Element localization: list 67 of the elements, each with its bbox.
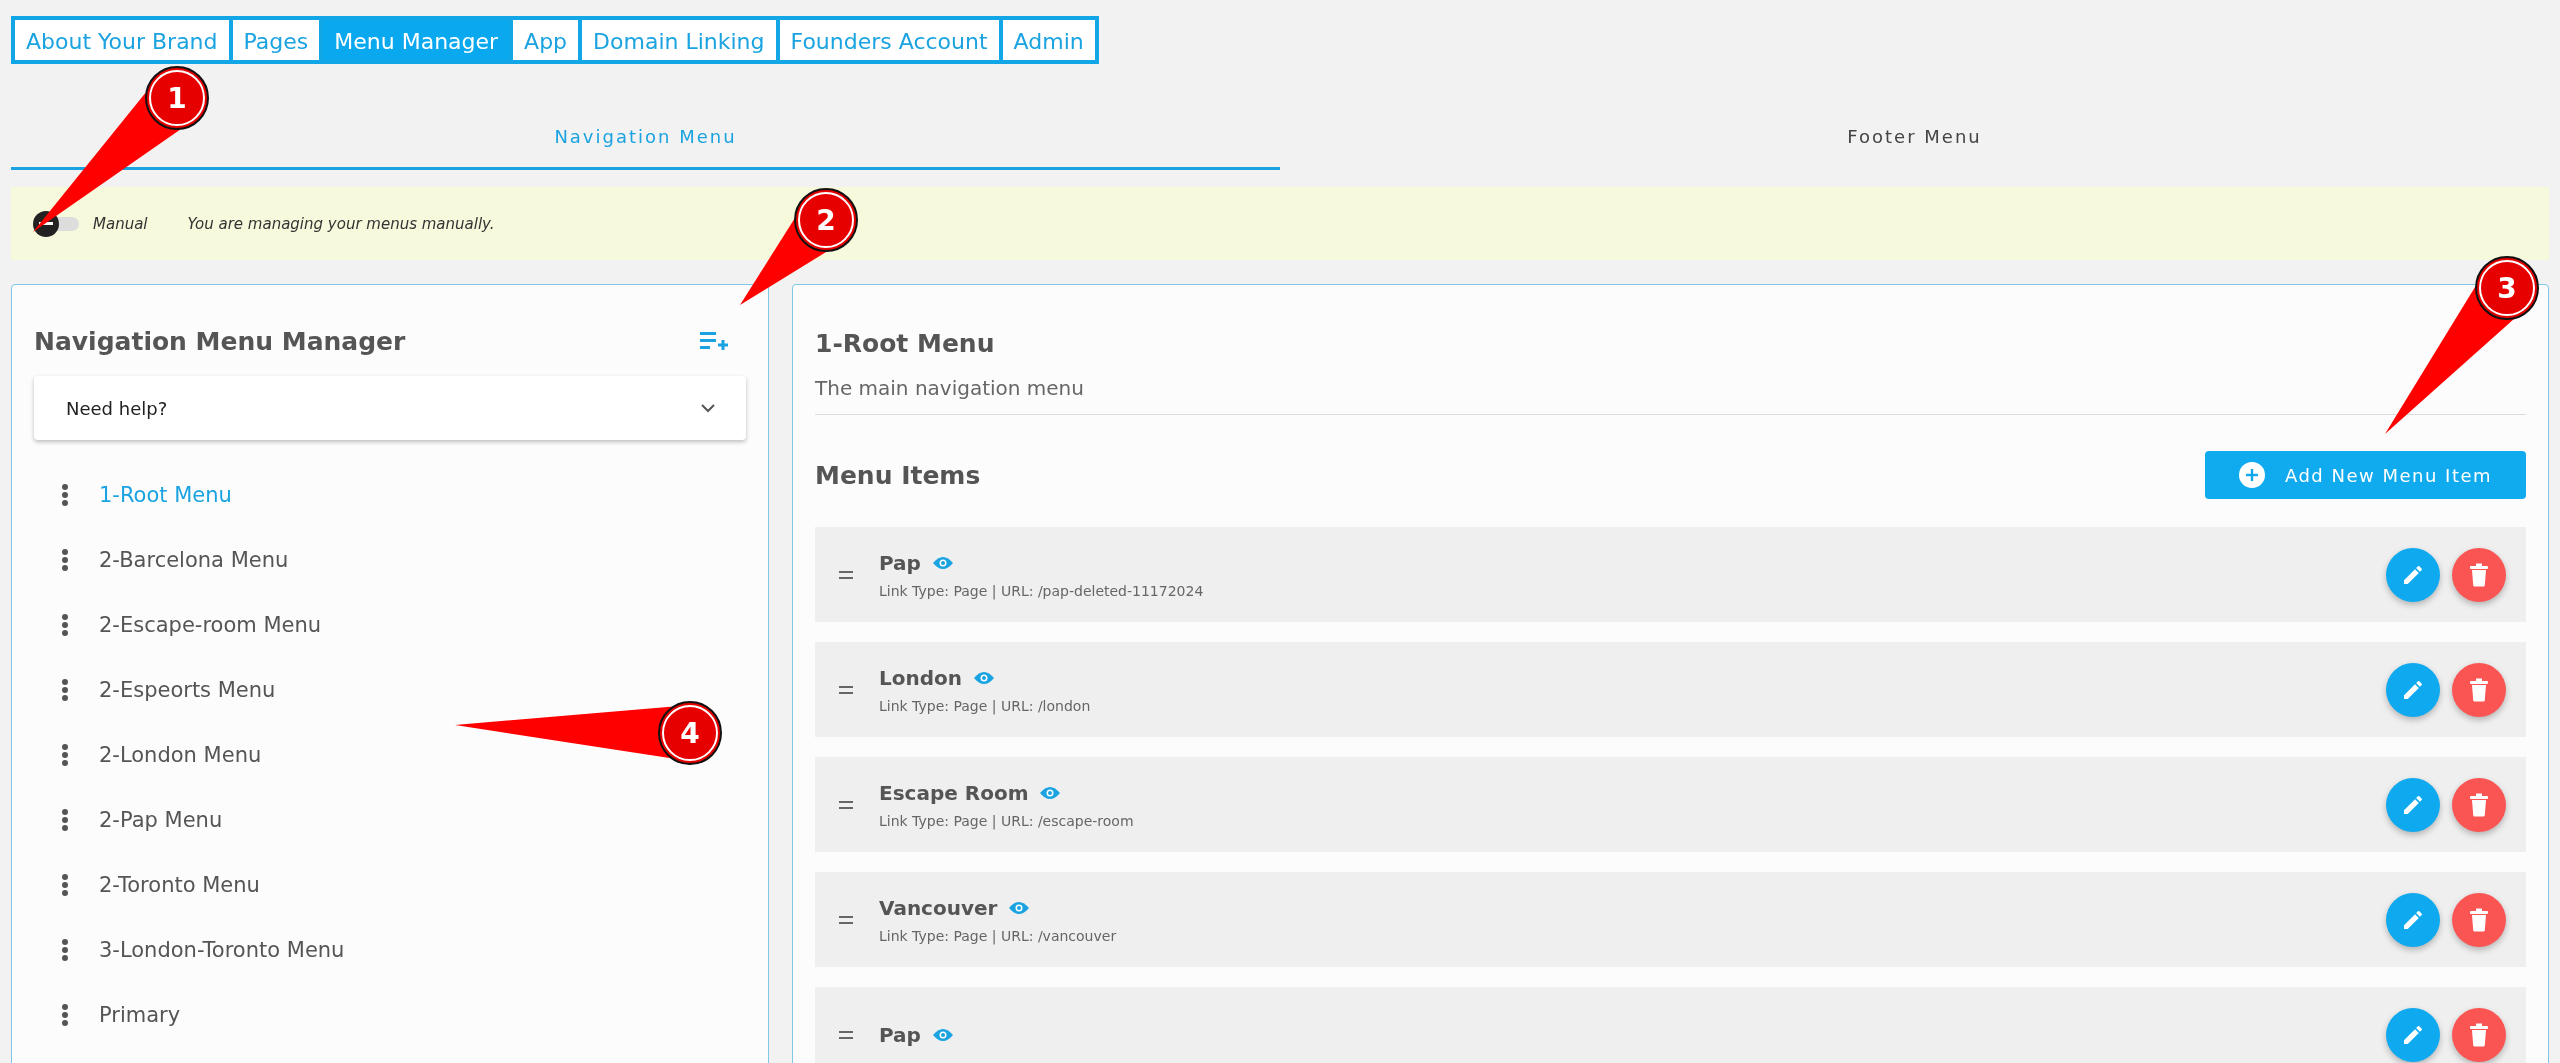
- menu-item-row[interactable]: Escape Room Link Type: Page | URL: /escape-room: [815, 757, 2526, 852]
- help-accordion[interactable]: Need help?: [34, 376, 746, 440]
- menu-item-link: Link Type: Page | URL: /escape-room: [879, 812, 1135, 829]
- edit-button[interactable]: [2386, 892, 2440, 947]
- menu-list-item[interactable]: 2-London Menu: [99, 742, 262, 767]
- drag-handle-icon[interactable]: [61, 807, 69, 832]
- eye-icon[interactable]: [1009, 900, 1030, 915]
- delete-button[interactable]: [2452, 547, 2506, 602]
- trash-icon: [2468, 907, 2490, 932]
- menu-list-item[interactable]: 2-Toronto Menu: [99, 872, 260, 897]
- trash-icon: [2468, 792, 2490, 817]
- section-heading: Menu Items: [815, 460, 981, 490]
- menu-item-title: London: [879, 665, 963, 690]
- menu-title: 1-Root Menu: [815, 329, 996, 358]
- drag-handle-icon[interactable]: [61, 677, 69, 702]
- menu-tab[interactable]: Footer Menu: [1280, 112, 2549, 170]
- menu-item-title: Pap: [879, 550, 921, 575]
- drag-handle-icon[interactable]: [61, 612, 69, 637]
- menu-description: The main navigation menu: [815, 376, 1085, 400]
- edit-button[interactable]: [2386, 547, 2440, 602]
- trash-icon: [2468, 562, 2490, 587]
- delete-button[interactable]: [2452, 662, 2506, 717]
- menu-list-item[interactable]: 2-Escape-room Menu: [99, 612, 322, 637]
- edit-button[interactable]: [2386, 662, 2440, 717]
- eye-icon[interactable]: [932, 1027, 953, 1042]
- drag-handle-icon[interactable]: [61, 937, 69, 962]
- menu-list-item[interactable]: 3-London-Toronto Menu: [99, 937, 345, 962]
- mode-label: Manual: [93, 214, 148, 233]
- chevron-down-icon: [700, 403, 716, 413]
- drag-handle-icon[interactable]: [61, 547, 69, 572]
- menu-item-title: Escape Room: [879, 780, 1029, 805]
- drag-handle-icon[interactable]: [839, 1030, 853, 1039]
- delete-button[interactable]: [2452, 777, 2506, 832]
- drag-handle-icon[interactable]: [61, 1002, 69, 1027]
- trash-icon: [2468, 677, 2490, 702]
- menu-list-item[interactable]: 2-Espeorts Menu: [99, 677, 276, 702]
- menu-item-link: Link Type: Page | URL: /vancouver: [879, 927, 1118, 944]
- edit-button[interactable]: [2386, 777, 2440, 832]
- menu-item-link: Link Type: Page | URL: /pap-deleted-11172024: [879, 582, 1205, 599]
- menu-item-title: Pap: [879, 1022, 921, 1047]
- menu-list-item[interactable]: Primary: [99, 1002, 181, 1027]
- add-list-icon[interactable]: [700, 330, 728, 353]
- drag-handle-icon[interactable]: [839, 915, 853, 924]
- menu-item-row[interactable]: Pap Link Type: Page | URL: /pap-deleted-11172024: [815, 527, 2526, 622]
- menu-list-item[interactable]: 2-Barcelona Menu: [99, 547, 289, 572]
- drag-handle-icon[interactable]: [61, 742, 69, 767]
- menu-item-row[interactable]: London Link Type: Page | URL: /london: [815, 642, 2526, 737]
- eye-icon[interactable]: [932, 555, 953, 570]
- eye-icon[interactable]: [1040, 785, 1061, 800]
- panel-title: Navigation Menu Manager: [34, 327, 406, 356]
- mode-message: You are managing your menus manually.: [187, 214, 495, 233]
- drag-handle-icon[interactable]: [839, 800, 853, 809]
- delete-button[interactable]: [2452, 892, 2506, 947]
- plus-circle-icon: [2238, 462, 2265, 488]
- menu-item-row[interactable]: Vancouver Link Type: Page | URL: /vancouver: [815, 872, 2526, 967]
- trash-icon: [2468, 1022, 2490, 1047]
- drag-handle-icon[interactable]: [839, 570, 853, 579]
- delete-button[interactable]: [2452, 1007, 2506, 1062]
- edit-button[interactable]: [2386, 1007, 2440, 1062]
- menu-list-item[interactable]: 2-Pap Menu: [99, 807, 223, 832]
- menu-item-row[interactable]: Pap: [815, 987, 2526, 1063]
- menu-item-title: Vancouver: [879, 895, 998, 920]
- drag-handle-icon[interactable]: [61, 872, 69, 897]
- eye-icon[interactable]: [974, 670, 995, 685]
- drag-handle-icon[interactable]: [61, 482, 69, 507]
- drag-handle-icon[interactable]: [839, 685, 853, 694]
- menu-item-link: Link Type: Page | URL: /london: [879, 697, 1092, 714]
